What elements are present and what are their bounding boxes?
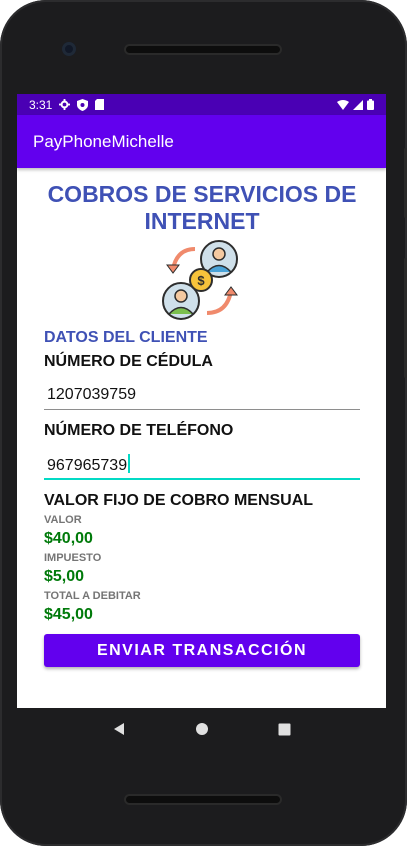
text-cursor <box>128 454 130 473</box>
back-triangle-icon <box>113 723 124 735</box>
shield-icon <box>77 98 89 111</box>
id-input-value: 1207039759 <box>47 386 136 403</box>
total-amount: $45,00 <box>44 606 93 623</box>
fee-title: VALOR FIJO DE COBRO MENSUAL <box>44 492 314 509</box>
total-label: TOTAL A DEBITAR <box>44 590 141 602</box>
screen: 3:31 PayPhoneMichelle COBROS DE SERVICIO… <box>17 94 386 708</box>
value-label: VALOR <box>44 514 82 526</box>
send-transaction-button[interactable]: ENVIAR TRANSACCIÓN <box>44 634 360 667</box>
tax-label: IMPUESTO <box>44 552 102 564</box>
phone-frame: 3:31 PayPhoneMichelle COBROS DE SERVICIO… <box>0 0 407 846</box>
phone-label: NÚMERO DE TELÉFONO <box>44 422 234 439</box>
tax-amount: $5,00 <box>44 568 85 585</box>
earpiece-speaker <box>126 46 280 53</box>
money-transfer-users-icon: $ <box>162 240 238 320</box>
recents-button[interactable] <box>275 719 295 739</box>
front-camera <box>62 42 76 56</box>
recents-square-icon <box>278 723 291 735</box>
app-title: PayPhoneMichelle <box>33 131 174 151</box>
back-button[interactable] <box>109 719 129 739</box>
app-bar: PayPhoneMichelle <box>17 115 386 168</box>
gear-icon <box>59 99 71 110</box>
id-input[interactable]: 1207039759 <box>44 385 360 410</box>
navigation-bar <box>17 708 386 750</box>
battery-icon <box>367 99 374 110</box>
phone-input-value: 967965739 <box>47 457 128 474</box>
wifi-icon <box>337 99 349 110</box>
client-section-title: DATOS DEL CLIENTE <box>44 329 208 346</box>
bottom-speaker <box>126 796 280 803</box>
value-amount: $40,00 <box>44 530 93 547</box>
sd-card-icon <box>95 99 105 110</box>
status-time: 3:31 <box>29 97 53 112</box>
id-label: NÚMERO DE CÉDULA <box>44 353 213 370</box>
svg-text:$: $ <box>197 273 205 288</box>
status-bar: 3:31 <box>17 94 386 115</box>
main-content: COBROS DE SERVICIOS DE INTERNET $ DATOS … <box>17 181 386 667</box>
cell-signal-icon <box>353 99 363 110</box>
home-circle-icon <box>195 723 208 735</box>
phone-input[interactable]: 967965739 <box>44 454 360 480</box>
home-button[interactable] <box>192 719 212 739</box>
page-title: COBROS DE SERVICIOS DE INTERNET <box>47 181 357 234</box>
